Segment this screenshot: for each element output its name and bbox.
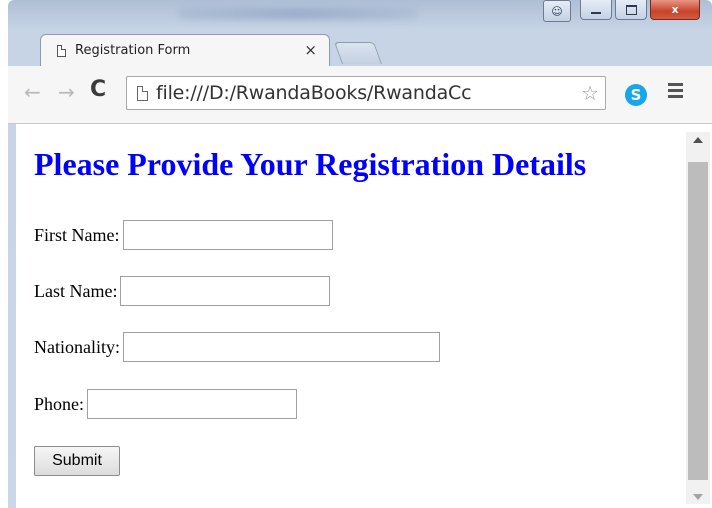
window-controls: ☺ x	[543, 0, 700, 22]
back-arrow-icon[interactable]: ←	[24, 80, 41, 104]
scroll-down-arrow-icon[interactable]	[693, 494, 703, 500]
file-page-icon	[137, 85, 148, 101]
page-icon	[57, 44, 66, 57]
phone-label: Phone:	[34, 393, 85, 414]
reload-icon[interactable]: C	[90, 77, 106, 102]
submit-button[interactable]: Submit	[34, 446, 120, 476]
minimize-button[interactable]	[580, 0, 612, 20]
phone-row: Phone:	[34, 389, 298, 419]
tab-close-icon[interactable]: ×	[304, 41, 317, 59]
page-title: Please Provide Your Registration Details	[34, 146, 587, 182]
scroll-up-arrow-icon[interactable]	[693, 137, 703, 143]
scrollbar-thumb[interactable]	[688, 162, 708, 480]
tab-title: Registration Form	[75, 43, 191, 58]
nationality-label: Nationality:	[34, 336, 120, 357]
bookmark-star-icon[interactable]: ☆	[581, 81, 599, 105]
last-name-label: Last Name:	[34, 280, 118, 301]
browser-toolbar: ← → C file:///D:/RwandaBooks/RwandaCc ☆ …	[8, 66, 712, 124]
address-bar[interactable]: file:///D:/RwandaBooks/RwandaCc ☆	[126, 76, 606, 110]
minimize-icon	[591, 12, 601, 14]
nationality-input[interactable]	[122, 332, 440, 362]
page-viewport: Please Provide Your Registration Details…	[16, 124, 712, 508]
user-profile-button[interactable]: ☺	[543, 0, 571, 22]
maximize-icon	[625, 4, 637, 15]
tab-registration-form[interactable]: Registration Form ×	[40, 34, 330, 66]
new-tab-button[interactable]	[333, 42, 383, 64]
url-text[interactable]: file:///D:/RwandaBooks/RwandaCc	[156, 82, 472, 104]
user-icon: ☺	[551, 4, 563, 18]
blurred-background-title	[178, 8, 418, 20]
forward-arrow-icon[interactable]: →	[58, 80, 75, 104]
first-name-input[interactable]	[122, 220, 333, 250]
first-name-label: First Name:	[34, 224, 120, 245]
last-name-input[interactable]	[120, 276, 331, 306]
last-name-row: Last Name:	[34, 276, 331, 306]
phone-input[interactable]	[87, 389, 298, 419]
close-icon: x	[671, 3, 679, 16]
menu-icon[interactable]	[668, 83, 683, 101]
first-name-row: First Name:	[34, 220, 333, 250]
vertical-scrollbar[interactable]	[686, 132, 710, 504]
skype-extension-icon[interactable]: S	[625, 84, 647, 106]
nationality-row: Nationality:	[34, 332, 440, 362]
maximize-button[interactable]	[615, 0, 647, 20]
window-close-button[interactable]: x	[650, 0, 700, 20]
